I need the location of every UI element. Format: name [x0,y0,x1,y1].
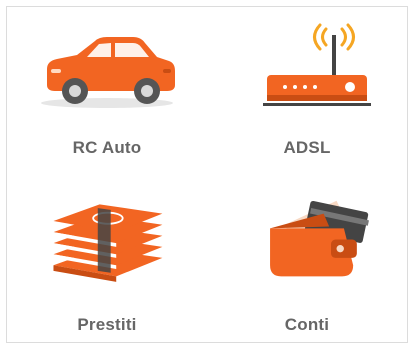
tile-adsl[interactable]: ADSL [207,7,407,173]
product-grid: RC Auto ADSL Prestiti Conti [6,6,408,343]
router-icon [263,23,371,106]
tile-label: ADSL [283,138,331,157]
money-stack-icon [53,204,163,282]
tile-prestiti[interactable]: Prestiti [7,173,207,339]
tile-rc-auto[interactable]: RC Auto [7,7,207,173]
wallet-icon [270,200,369,277]
tile-conti[interactable]: Conti [207,173,407,339]
tile-label: Prestiti [77,315,137,334]
car-icon [41,37,175,108]
tile-label: Conti [284,315,330,334]
tile-label: RC Auto [72,138,142,157]
